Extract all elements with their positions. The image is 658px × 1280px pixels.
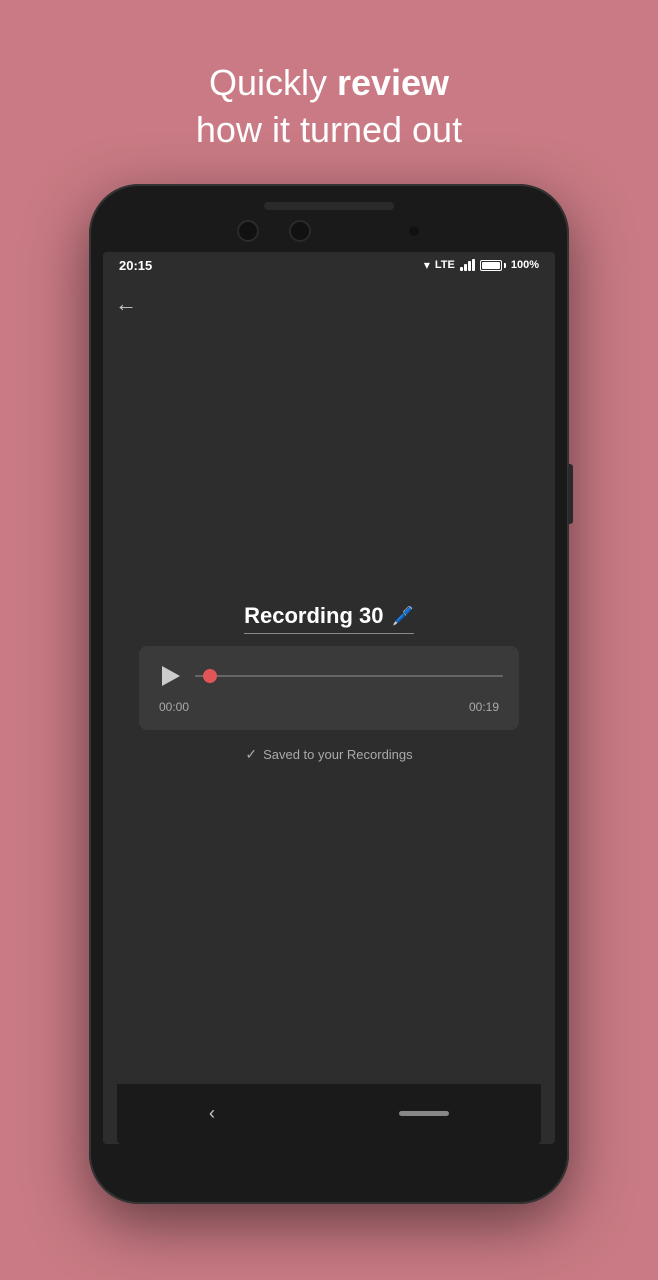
total-time: 00:19 [469,700,499,714]
signal-bar-2 [464,264,467,271]
battery-fill [482,262,500,269]
signal-bar-3 [468,261,471,271]
headline-line1: Quickly review [209,62,449,103]
main-content-area: Recording 30 🖊️ [103,279,555,1088]
nav-back-button[interactable]: ‹ [209,1103,215,1124]
play-button[interactable] [155,662,183,690]
battery-icon [480,260,506,271]
headline: Quickly review how it turned out [196,60,462,154]
app-content: ← Recording 30 🖊️ [103,279,555,1144]
battery-tip [504,263,506,268]
signal-bars [460,259,475,271]
battery-body [480,260,502,271]
recording-title-text: Recording 30 [244,603,383,629]
lte-label: LTE [435,259,455,271]
phone-dot [409,226,419,236]
recording-title-row: Recording 30 🖊️ [244,603,414,634]
phone-camera-left [237,220,259,242]
phone-screen: 20:15 ▾ LTE 100% [103,252,555,1144]
phone-device: 20:15 ▾ LTE 100% [89,184,569,1204]
player-controls [155,662,503,690]
nav-home-bar[interactable] [399,1111,449,1116]
edit-icon[interactable]: 🖊️ [391,606,413,627]
signal-bar-1 [460,267,463,271]
battery-percent: 100% [511,259,539,271]
check-icon: ✓ [245,746,257,763]
progress-dot [203,669,217,683]
saved-message: ✓ Saved to your Recordings [245,746,412,763]
status-icons: ▾ LTE 100% [424,258,539,272]
status-time: 20:15 [119,258,152,273]
phone-side-button [568,464,573,524]
player-timestamps: 00:00 00:19 [155,700,503,714]
headline-line2: how it turned out [196,109,462,150]
headline-normal: Quickly [209,62,337,103]
signal-bar-4 [472,259,475,271]
wifi-icon: ▾ [424,258,430,272]
status-bar: 20:15 ▾ LTE 100% [103,252,555,279]
phone-speaker [264,202,394,210]
phone-camera-center [289,220,311,242]
headline-bold: review [337,62,449,103]
progress-bar-container[interactable] [195,666,503,686]
saved-text: Saved to your Recordings [263,747,413,762]
current-time: 00:00 [159,700,189,714]
play-triangle-icon [162,666,180,686]
audio-player: 00:00 00:19 [139,646,519,730]
back-button[interactable]: ← [115,291,137,317]
progress-track [195,675,503,677]
nav-bar: ‹ [117,1084,541,1144]
